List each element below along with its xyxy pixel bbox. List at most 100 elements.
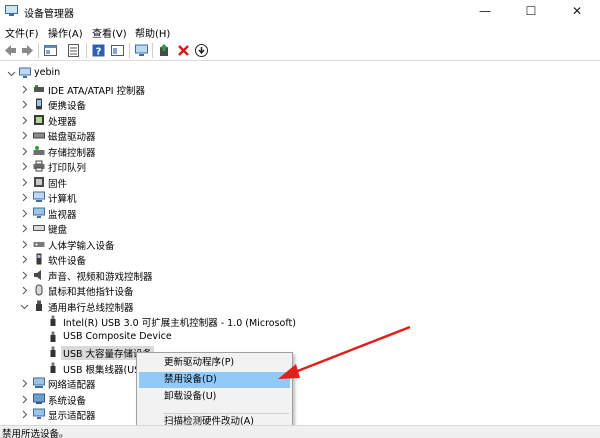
tree-category[interactable]: 打印队列 (0, 159, 300, 174)
tree-root[interactable]: yebin (0, 66, 200, 81)
chevron-right-icon[interactable] (20, 162, 29, 171)
portable-device-icon (36, 98, 42, 110)
tree-category[interactable]: 监视器 (0, 206, 300, 221)
tree-category-label: 存储控制器 (48, 148, 96, 159)
toolbar-separator (152, 43, 153, 58)
chevron-right-icon[interactable] (20, 395, 29, 404)
device-tree: yebin IDE ATA/ATAPI 控制器 便携设备 处理器 磁盘驱动器 存… (0, 62, 600, 425)
tree-root-label: yebin (34, 67, 61, 78)
tree-category[interactable]: 声音、视频和游戏控制器 (0, 268, 300, 283)
tree-device[interactable]: USB Composite Device (0, 330, 320, 345)
tree-device-label: USB 根集线器(US (63, 365, 141, 376)
monitor-icon (33, 207, 45, 218)
tree-category-label: 便携设备 (48, 101, 87, 112)
maximize-button[interactable]: ☐ (508, 0, 554, 22)
menu-view[interactable]: 查看(V) (92, 25, 127, 40)
tree-category[interactable]: 固件 (0, 175, 300, 190)
menu-bar: 文件(F) 操作(A) 查看(V) 帮助(H) (0, 22, 600, 40)
tree-category[interactable]: 通用串行总线控制器 (0, 299, 300, 314)
printer-icon (33, 160, 45, 172)
tree-category[interactable]: 存储控制器 (0, 144, 300, 159)
menu-action[interactable]: 操作(A) (48, 25, 83, 40)
network-adapter-icon (33, 377, 45, 388)
status-bar: 禁用所选设备。 (0, 425, 600, 438)
chevron-right-icon[interactable] (20, 240, 29, 249)
disk-drive-icon (33, 132, 45, 139)
tree-category-label: 键盘 (48, 225, 68, 236)
tree-category[interactable]: 磁盘驱动器 (0, 128, 300, 143)
context-menu: 更新驱动程序(P) 禁用设备(D) 卸载设备(U) 扫描检测硬件改动(A) (136, 352, 293, 432)
tree-category[interactable]: 鼠标和其他指针设备 (0, 283, 300, 298)
storage-controller-icon (33, 146, 45, 155)
display-adapter-icon (33, 408, 45, 419)
tree-category[interactable]: 计算机 (0, 190, 300, 205)
tree-category-label: 通用串行总线控制器 (48, 303, 134, 314)
chevron-right-icon[interactable] (20, 100, 29, 109)
usb-device-icon (50, 362, 56, 373)
chevron-right-icon[interactable] (20, 379, 29, 388)
ide-controller-icon (34, 85, 44, 92)
tree-category-label: 计算机 (48, 194, 77, 205)
sound-icon (34, 270, 41, 280)
usb-controller-icon (36, 300, 42, 311)
close-button[interactable]: ✕ (554, 0, 600, 22)
tree-device[interactable]: Intel(R) USB 3.0 可扩展主机控制器 - 1.0 (Microso… (0, 314, 320, 329)
chevron-right-icon[interactable] (20, 271, 29, 280)
usb-device-icon (50, 331, 56, 342)
processor-icon (34, 115, 44, 125)
chevron-right-icon[interactable] (20, 147, 29, 156)
title-bar: 设备管理器 — ☐ ✕ (0, 0, 600, 22)
software-device-icon (36, 253, 42, 265)
firmware-icon (34, 177, 44, 187)
monitor-icon[interactable] (134, 43, 149, 58)
chevron-right-icon[interactable] (20, 209, 29, 218)
toolbar-separator (86, 43, 87, 58)
usb-device-icon (50, 315, 56, 326)
context-menu-disable-device[interactable]: 禁用设备(D) (139, 372, 290, 388)
properties-icon[interactable] (43, 43, 58, 58)
download-icon[interactable] (194, 43, 209, 58)
tree-category[interactable]: 人体学输入设备 (0, 237, 300, 252)
chevron-down-icon[interactable] (20, 302, 29, 311)
chevron-down-icon[interactable] (7, 69, 16, 78)
tree-category[interactable]: IDE ATA/ATAPI 控制器 (0, 82, 300, 97)
svg-text:?: ? (96, 47, 102, 58)
update-driver-icon[interactable] (157, 43, 172, 58)
menu-file[interactable]: 文件(F) (5, 25, 39, 40)
mouse-icon (35, 284, 43, 296)
tree-category-label: 声音、视频和游戏控制器 (48, 272, 153, 283)
tree-category-label: 鼠标和其他指针设备 (48, 287, 134, 298)
back-icon[interactable] (3, 43, 18, 58)
tree-category[interactable]: 处理器 (0, 113, 300, 128)
menu-help[interactable]: 帮助(H) (135, 25, 170, 40)
tree-category-label: 打印队列 (48, 163, 87, 174)
tree-category[interactable]: 键盘 (0, 221, 300, 236)
chevron-right-icon[interactable] (20, 410, 29, 419)
chevron-right-icon[interactable] (20, 255, 29, 264)
chevron-right-icon[interactable] (20, 286, 29, 295)
chevron-right-icon[interactable] (20, 193, 29, 202)
tree-category-label: 系统设备 (48, 396, 87, 407)
tree-category[interactable]: 软件设备 (0, 252, 300, 267)
list-icon[interactable] (66, 43, 81, 58)
forward-icon[interactable] (20, 43, 35, 58)
help-icon[interactable]: ? (91, 43, 106, 58)
chevron-right-icon[interactable] (20, 131, 29, 140)
window-title: 设备管理器 (24, 9, 74, 20)
tree-device-label: Intel(R) USB 3.0 可扩展主机控制器 - 1.0 (Microso… (63, 318, 296, 329)
device-manager-icon (5, 5, 18, 16)
chevron-right-icon[interactable] (20, 224, 29, 233)
context-menu-uninstall-device[interactable]: 卸载设备(U) (139, 389, 290, 405)
tree-category-label: 网络适配器 (48, 380, 96, 391)
context-menu-update-driver[interactable]: 更新驱动程序(P) (139, 355, 290, 371)
tree-category-label: 软件设备 (48, 256, 87, 267)
minimize-button[interactable]: — (462, 0, 508, 22)
chevron-right-icon[interactable] (20, 116, 29, 125)
chevron-right-icon[interactable] (20, 178, 29, 187)
usb-device-icon (50, 346, 56, 357)
uninstall-icon[interactable] (176, 43, 191, 58)
tree-category[interactable]: 便携设备 (0, 97, 300, 112)
view-icon[interactable] (110, 43, 125, 58)
hid-icon (33, 242, 45, 247)
chevron-right-icon[interactable] (20, 85, 29, 94)
